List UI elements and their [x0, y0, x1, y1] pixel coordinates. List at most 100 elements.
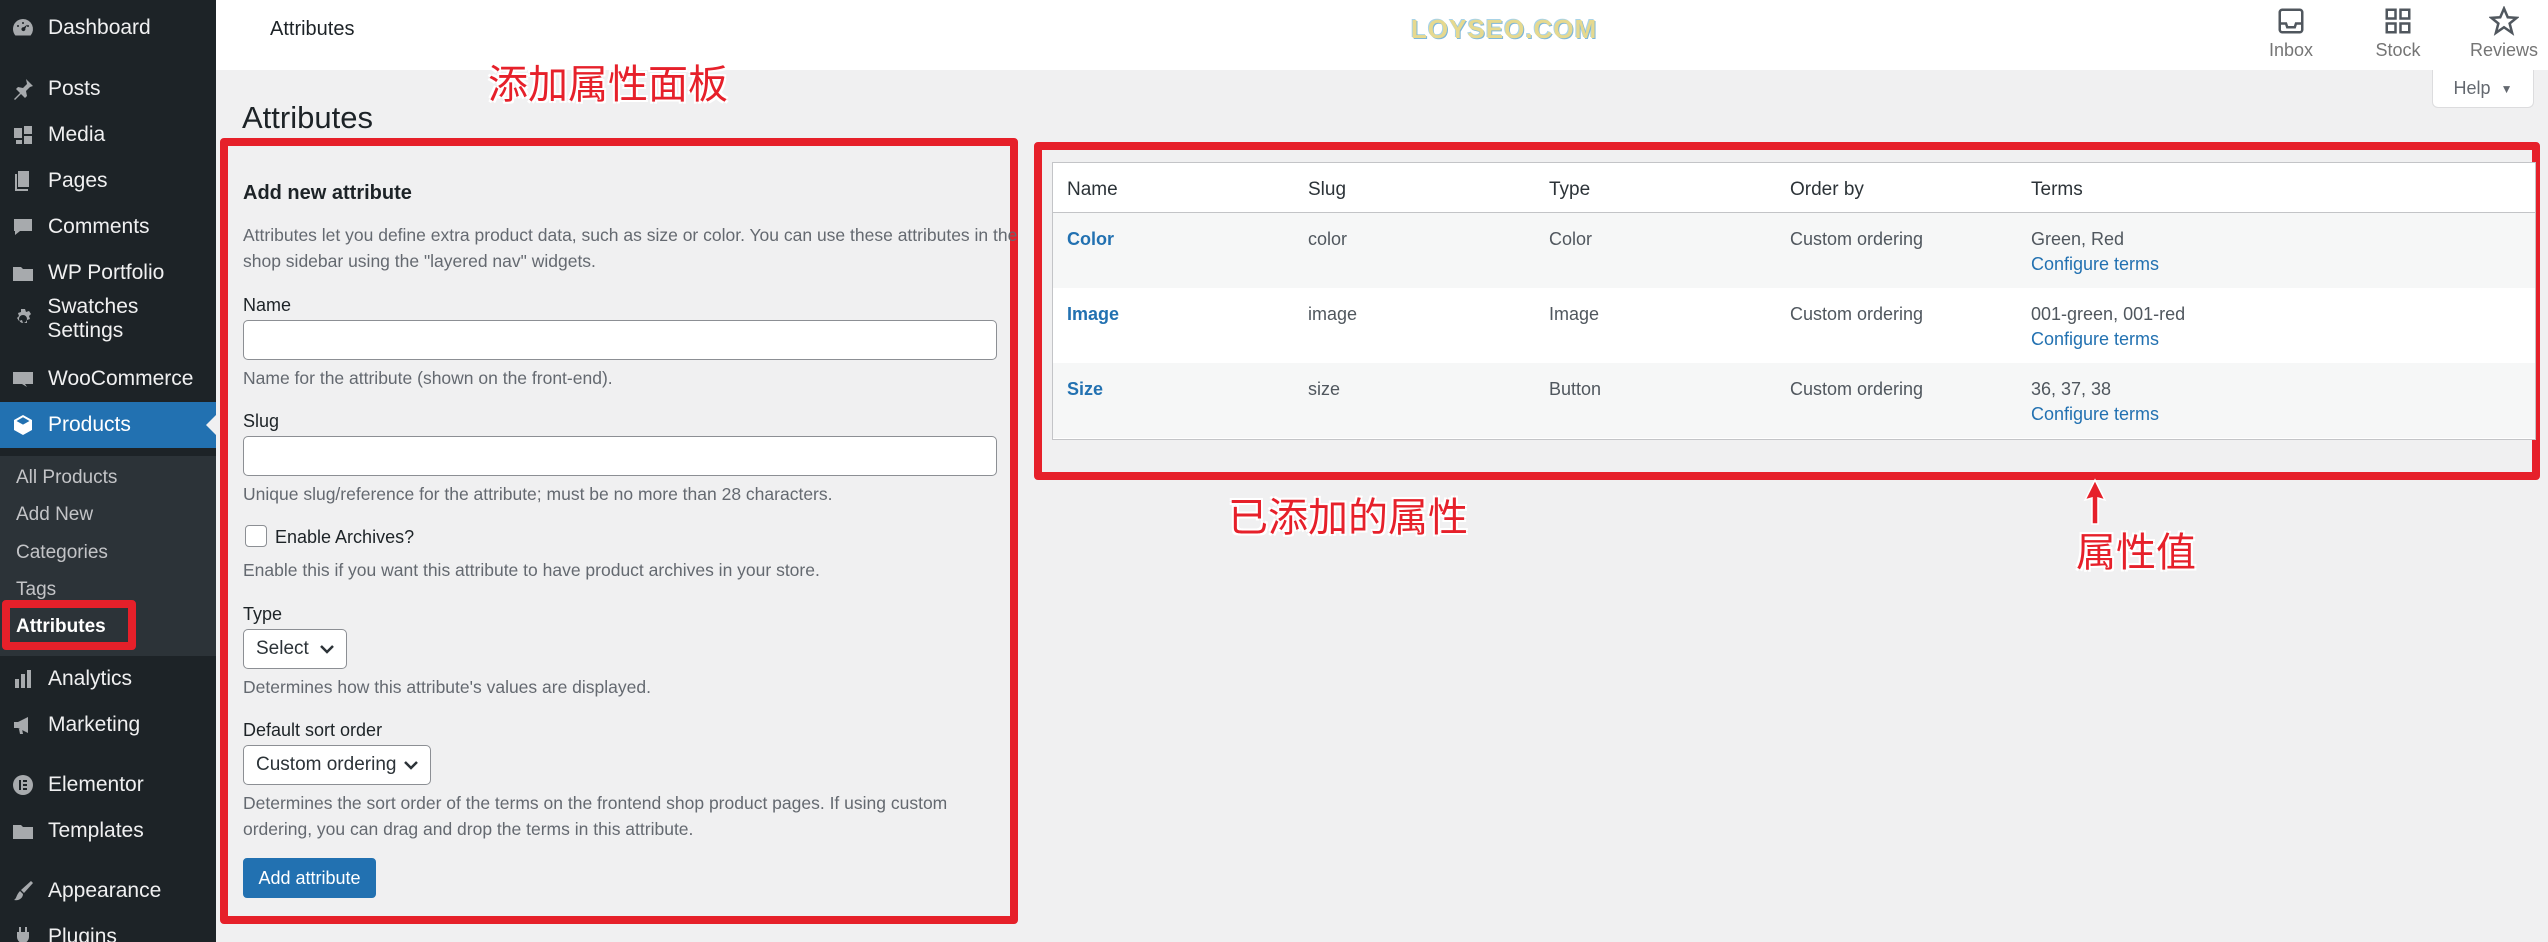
annotation-arrow-up-icon — [2083, 478, 2107, 525]
attribute-terms: Green, Red Configure terms — [2031, 229, 2159, 275]
admin-sidebar: Dashboard Posts Media Pages Comments WP … — [0, 0, 216, 942]
type-description: Determines how this attribute's values a… — [243, 677, 651, 697]
header-title: Attributes — [270, 18, 355, 40]
attribute-type: Image — [1549, 304, 1600, 324]
folder-icon — [10, 818, 36, 844]
configure-terms-link[interactable]: Configure terms — [2031, 329, 2185, 350]
name-label: Name — [243, 295, 292, 315]
table-row: Size size Button Custom ordering 36, 37,… — [1053, 363, 2535, 438]
enable-archives-checkbox[interactable] — [245, 525, 267, 547]
menu-wp-portfolio[interactable]: WP Portfolio — [0, 250, 216, 296]
gear-icon — [10, 306, 35, 332]
type-select[interactable]: Select — [243, 629, 347, 669]
menu-marketing[interactable]: Marketing — [0, 702, 216, 748]
annotation-box-attributes-menu — [2, 600, 136, 650]
menu-products[interactable]: Products — [0, 402, 216, 448]
attribute-type: Button — [1549, 379, 1602, 399]
box-icon — [10, 412, 36, 438]
pin-icon — [10, 76, 36, 102]
name-description: Name for the attribute (shown on the fro… — [243, 368, 613, 388]
attribute-order-by: Custom ordering — [1790, 229, 1924, 249]
configure-terms-link[interactable]: Configure terms — [2031, 254, 2159, 275]
attribute-slug: color — [1308, 229, 1348, 249]
elementor-icon — [10, 772, 36, 798]
attribute-order-by: Custom ordering — [1790, 304, 1924, 324]
form-heading: Add new attribute — [243, 182, 412, 204]
name-input[interactable] — [243, 320, 997, 360]
enable-archives-description: Enable this if you want this attribute t… — [243, 560, 820, 580]
enable-archives-label: Enable Archives? — [275, 527, 415, 547]
annotation-added-attributes: 已添加的属性 — [1228, 495, 1468, 541]
page-title: Attributes — [242, 100, 373, 135]
menu-pages[interactable]: Pages — [0, 158, 216, 204]
menu-comments[interactable]: Comments — [0, 204, 216, 250]
column-header-name: Name — [1067, 179, 1118, 200]
add-attribute-button[interactable]: Add attribute — [243, 858, 376, 898]
attribute-name-link[interactable]: Color — [1067, 229, 1114, 250]
terms-list: 36, 37, 38 — [2031, 379, 2112, 399]
attribute-slug: image — [1308, 304, 1358, 324]
reviews-button[interactable]: Reviews — [2459, 0, 2548, 70]
menu-dashboard[interactable]: Dashboard — [0, 5, 216, 51]
bar-chart-icon — [10, 666, 36, 692]
slug-label: Slug — [243, 411, 280, 431]
menu-media[interactable]: Media — [0, 112, 216, 158]
menu-elementor[interactable]: Elementor — [0, 762, 216, 808]
column-header-type: Type — [1549, 179, 1591, 200]
menu-plugins[interactable]: Plugins — [0, 914, 216, 942]
dashboard-icon — [10, 15, 36, 41]
form-intro-line-1: Attributes let you define extra product … — [243, 225, 1018, 245]
attribute-type: Color — [1549, 229, 1593, 249]
attributes-table: Name Slug Type Order by Terms Color colo… — [1052, 162, 2536, 440]
column-header-slug: Slug — [1308, 179, 1347, 200]
stock-icon — [2385, 8, 2411, 34]
menu-appearance[interactable]: Appearance — [0, 868, 216, 914]
annotation-form-panel: 添加属性面板 — [488, 62, 728, 108]
submenu-all-products[interactable]: All Products — [16, 461, 117, 495]
help-tab-button[interactable]: Help ▼ — [2432, 70, 2534, 108]
submenu-add-new[interactable]: Add New — [16, 498, 93, 532]
sort-order-description-line-1: Determines the sort order of the terms o… — [243, 793, 948, 813]
media-icon — [10, 122, 36, 148]
inbox-button[interactable]: Inbox — [2246, 0, 2336, 70]
current-menu-arrow — [206, 415, 216, 435]
pages-icon — [10, 168, 36, 194]
sort-order-select[interactable]: Custom ordering — [243, 745, 431, 785]
terms-list: Green, Red — [2031, 229, 2125, 249]
configure-terms-link[interactable]: Configure terms — [2031, 404, 2159, 425]
column-header-order-by: Order by — [1790, 179, 1864, 200]
attribute-slug: size — [1308, 379, 1341, 399]
watermark: LOYSEO.COM — [1411, 14, 1598, 44]
column-header-terms: Terms — [2031, 179, 2083, 200]
slug-input[interactable] — [243, 436, 997, 476]
type-label: Type — [243, 604, 283, 624]
chevron-down-icon — [318, 640, 336, 658]
sort-order-label: Default sort order — [243, 720, 383, 740]
inbox-icon — [2278, 8, 2304, 34]
table-row: Image image Image Custom ordering 001-gr… — [1053, 288, 2535, 363]
attribute-terms: 001-green, 001-red Configure terms — [2031, 304, 2185, 350]
brush-icon — [10, 878, 36, 904]
sort-order-description-line-2: ordering, you can drag and drop the term… — [243, 819, 694, 839]
caret-down-icon: ▼ — [2500, 81, 2513, 96]
menu-swatches-settings[interactable]: Swatches Settings — [0, 295, 216, 342]
menu-woocommerce[interactable]: WooCommerce — [0, 356, 216, 402]
folder-icon — [10, 260, 36, 286]
attribute-name-link[interactable]: Image — [1067, 304, 1119, 325]
menu-analytics[interactable]: Analytics — [0, 656, 216, 702]
comment-icon — [10, 214, 36, 240]
plugin-icon — [10, 924, 36, 942]
submenu-categories[interactable]: Categories — [16, 536, 108, 570]
menu-posts[interactable]: Posts — [0, 66, 216, 112]
form-intro-line-2: shop sidebar using the "layered nav" wid… — [243, 251, 596, 271]
annotation-attribute-values: 属性值 — [2076, 530, 2196, 576]
megaphone-icon — [10, 712, 36, 738]
star-icon — [2489, 6, 2519, 36]
attribute-name-link[interactable]: Size — [1067, 379, 1103, 400]
table-row: Color color Color Custom ordering Green,… — [1053, 213, 2535, 288]
slug-description: Unique slug/reference for the attribute;… — [243, 484, 833, 504]
attribute-order-by: Custom ordering — [1790, 379, 1924, 399]
terms-list: 001-green, 001-red — [2031, 304, 2186, 324]
menu-templates[interactable]: Templates — [0, 808, 216, 854]
stock-button[interactable]: Stock — [2353, 0, 2443, 70]
